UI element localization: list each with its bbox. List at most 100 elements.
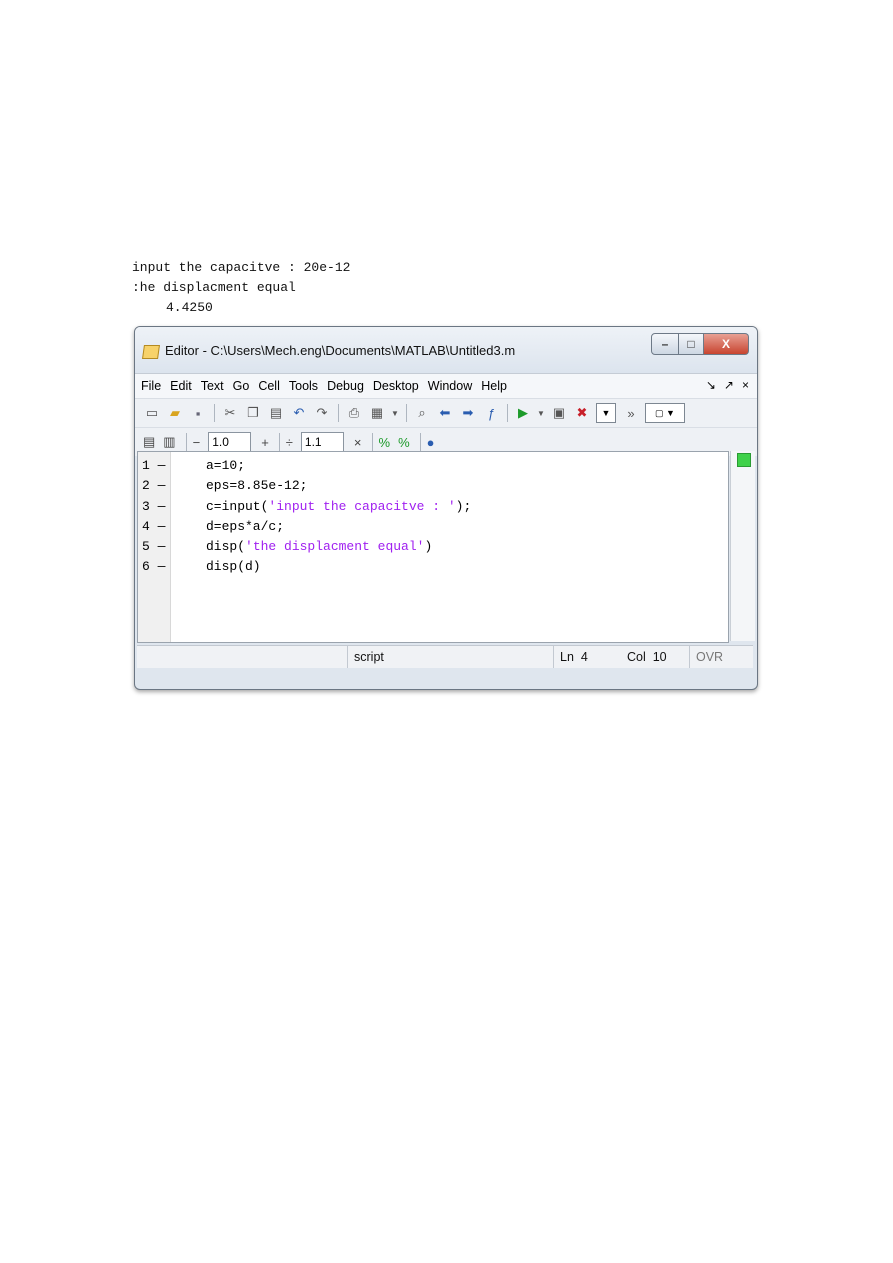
window-controls: – □ X xyxy=(651,333,749,355)
code-token: ) xyxy=(424,539,433,555)
toolbar-separator xyxy=(507,404,508,422)
minimize-button[interactable]: – xyxy=(651,333,679,355)
toolbar-separator xyxy=(278,433,280,451)
menu-bar: File Edit Text Go Cell Tools Debug Deskt… xyxy=(135,373,757,398)
multiply-value-input[interactable]: 1.1 xyxy=(300,432,344,452)
line-marker: — xyxy=(157,478,166,494)
status-file-type: script xyxy=(347,646,548,668)
breakpoint-icon[interactable]: ▣ xyxy=(550,404,568,422)
overflow-icon[interactable]: » xyxy=(622,404,640,422)
line-number: 6 xyxy=(142,559,150,575)
toolbar-separator xyxy=(338,404,339,422)
dock-controls: ↘ ↗ × xyxy=(706,378,749,392)
increment-button[interactable]: + xyxy=(261,435,269,450)
col-label: Col xyxy=(627,650,646,664)
divide-button[interactable]: ÷ xyxy=(286,435,293,450)
menu-cell[interactable]: Cell xyxy=(258,379,280,393)
close-doc-icon[interactable]: × xyxy=(742,378,749,392)
clear-breakpoints-icon[interactable]: ✖ xyxy=(573,404,591,422)
vertical-scrollbar[interactable] xyxy=(730,451,755,641)
menu-help[interactable]: Help xyxy=(481,379,507,393)
copy-icon[interactable]: ❐ xyxy=(244,404,262,422)
menu-text[interactable]: Text xyxy=(201,379,224,393)
toolbar-separator xyxy=(371,433,373,451)
console-line: :he displacment equal xyxy=(132,280,296,295)
layout-dropdown[interactable]: ▢ ▼ xyxy=(645,403,685,423)
menu-file[interactable]: File xyxy=(141,379,161,393)
close-button[interactable]: X xyxy=(704,333,749,355)
decrement-button[interactable]: − xyxy=(193,435,201,450)
dock-icon[interactable]: ↘ xyxy=(706,378,716,392)
info-icon[interactable]: ● xyxy=(427,435,435,450)
save-icon[interactable]: ▪ xyxy=(189,404,207,422)
paste-icon[interactable]: ▤ xyxy=(267,404,285,422)
eval-cell-icon[interactable]: ▥ xyxy=(163,434,175,450)
menu-desktop[interactable]: Desktop xyxy=(373,379,419,393)
menu-go[interactable]: Go xyxy=(233,379,250,393)
multiply-button[interactable]: × xyxy=(354,435,362,450)
code-line[interactable]: 3 — c=input('input the capacitve : '); xyxy=(138,497,471,517)
stack-dropdown[interactable]: ▼ xyxy=(596,403,616,423)
line-marker: — xyxy=(157,539,166,555)
title-bar[interactable]: Editor - C:\Users\Mech.eng\Documents\MAT… xyxy=(135,327,757,373)
code-text: d=eps*a/c; xyxy=(206,518,285,534)
redo-icon[interactable]: ↷ xyxy=(313,404,331,422)
insert-cell-icon[interactable]: ▤ xyxy=(143,434,155,450)
uncomment-icon[interactable]: % xyxy=(398,435,410,450)
line-marker: — xyxy=(157,498,166,514)
code-editor[interactable]: 1 — a=10; 2 — eps=8.85e-12; 3 — c=input(… xyxy=(137,451,729,643)
maximize-button[interactable]: □ xyxy=(679,333,704,355)
code-line[interactable]: 6 — disp(d) xyxy=(138,557,471,577)
chevron-down-icon[interactable]: ▼ xyxy=(537,404,545,422)
code-token: ); xyxy=(455,498,472,514)
chevron-down-icon[interactable]: ▼ xyxy=(391,404,399,422)
menu-debug[interactable]: Debug xyxy=(327,379,364,393)
menu-window[interactable]: Window xyxy=(428,379,472,393)
line-marker: — xyxy=(157,458,166,473)
console-value: 4.4250 xyxy=(166,300,213,315)
status-column: Col 10 xyxy=(621,646,693,668)
ln-value: 4 xyxy=(580,650,588,664)
undock-icon[interactable]: ↗ xyxy=(724,378,734,392)
find-icon[interactable]: ⌕ xyxy=(413,404,431,422)
window-title: Editor - C:\Users\Mech.eng\Documents\MAT… xyxy=(165,343,516,358)
line-number: 3 xyxy=(142,498,150,514)
code-line[interactable]: 4 — d=eps*a/c; xyxy=(138,517,471,537)
code-token: disp( xyxy=(206,539,246,555)
code-text: a=10; xyxy=(206,458,246,473)
cut-icon[interactable]: ✂ xyxy=(221,404,239,422)
line-number: 2 xyxy=(142,478,150,494)
comment-icon[interactable]: % xyxy=(379,435,391,450)
forward-arrow-icon[interactable]: ➡ xyxy=(459,404,477,422)
status-bar: script Ln 4 Col 10 OVR xyxy=(137,645,753,668)
line-marker: — xyxy=(157,559,166,575)
line-number: 4 xyxy=(142,518,150,534)
undo-icon[interactable]: ↶ xyxy=(290,404,308,422)
menu-edit[interactable]: Edit xyxy=(170,379,192,393)
back-arrow-icon[interactable]: ⬅ xyxy=(436,404,454,422)
col-value: 10 xyxy=(652,650,667,664)
line-number: 1 xyxy=(142,458,150,473)
function-icon[interactable]: ƒ xyxy=(482,404,500,422)
publish-icon[interactable]: ▦ xyxy=(368,404,386,422)
status-mode: OVR xyxy=(689,646,736,668)
print-icon[interactable]: ⎙ xyxy=(345,404,363,422)
line-number: 5 xyxy=(142,539,150,555)
code-line[interactable]: 1 — a=10; xyxy=(138,456,471,476)
console-output: input the capacitve : 20e-12 :he displac… xyxy=(132,258,432,318)
menu-tools[interactable]: Tools xyxy=(289,379,318,393)
code-text: eps=8.85e-12; xyxy=(206,478,308,494)
code-line[interactable]: 5 — disp('the displacment equal') xyxy=(138,537,471,557)
string-literal: 'input the capacitve : ' xyxy=(268,498,456,514)
code-token: c=input( xyxy=(206,498,269,514)
decrement-value-input[interactable]: 1.0 xyxy=(208,432,252,452)
run-icon[interactable]: ▶ xyxy=(514,404,532,422)
code-line[interactable]: 2 — eps=8.85e-12; xyxy=(138,476,471,496)
main-toolbar: ▭ ▰ ▪ ✂ ❐ ▤ ↶ ↷ ⎙ ▦ ▼ ⌕ ⬅ ➡ ƒ ▶ ▼ ▣ ✖ ▼ … xyxy=(135,398,757,427)
code-analyzer-indicator[interactable] xyxy=(737,453,751,467)
new-file-icon[interactable]: ▭ xyxy=(143,404,161,422)
toolbar-separator xyxy=(185,433,187,451)
code-text: disp(d) xyxy=(206,559,261,575)
ln-label: Ln xyxy=(560,650,574,664)
open-folder-icon[interactable]: ▰ xyxy=(166,404,184,422)
